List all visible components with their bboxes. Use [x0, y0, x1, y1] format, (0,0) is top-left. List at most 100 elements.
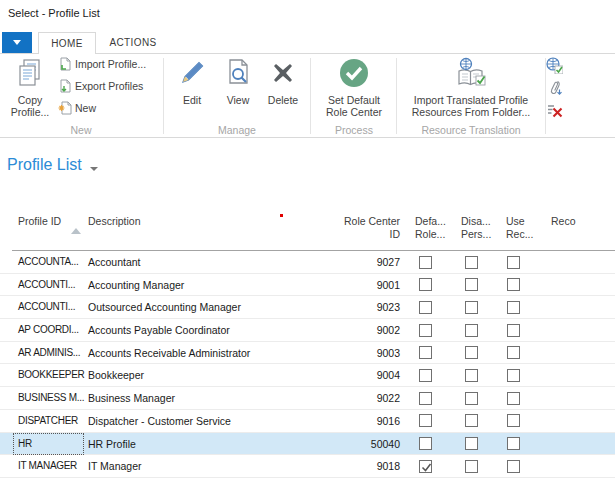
test-translations-button[interactable]	[546, 57, 563, 74]
default-role-center-checkbox[interactable]	[419, 369, 432, 382]
description-cell[interactable]: Outsourced Accounting Manager	[88, 296, 318, 319]
default-role-center-checkbox[interactable]	[419, 301, 432, 314]
table-row[interactable]: ACCOUNTA...Accountant9027	[0, 251, 615, 274]
globe-check-icon	[546, 57, 563, 74]
description-cell[interactable]: Accounts Payable Coordinator	[88, 319, 318, 342]
default-role-center-checkbox[interactable]	[419, 256, 432, 269]
default-role-center-checkbox[interactable]	[419, 460, 432, 473]
column-header-use-record-notes[interactable]: UseRec...	[506, 215, 533, 241]
description-cell[interactable]: IT Manager	[88, 455, 318, 478]
profile-id-cell[interactable]: DISPATCHER	[13, 410, 84, 433]
description-cell[interactable]: HR Profile	[88, 433, 318, 456]
set-default-role-center-button[interactable]: Set DefaultRole Center	[316, 57, 392, 118]
table-row[interactable]: IT MANAGERIT Manager9018	[0, 455, 615, 478]
default-role-center-checkbox[interactable]	[419, 414, 432, 427]
role-center-id-cell[interactable]: 9004	[320, 364, 400, 387]
copy-profile-button[interactable]: CopyProfile...	[6, 57, 54, 118]
tab-home[interactable]: HOME	[38, 32, 96, 54]
disable-personalization-checkbox[interactable]	[465, 324, 478, 337]
profile-id-cell[interactable]: ACCOUNTI...	[13, 274, 84, 297]
export-profiles-label: Export Profiles	[75, 80, 143, 92]
use-record-notes-checkbox[interactable]	[507, 324, 520, 337]
table-row[interactable]: AP COORDI...Accounts Payable Coordinator…	[0, 319, 615, 342]
use-record-notes-checkbox[interactable]	[507, 301, 520, 314]
delete-button[interactable]: Delete	[260, 57, 306, 106]
use-record-notes-checkbox[interactable]	[507, 278, 520, 291]
new-icon	[58, 101, 72, 115]
role-center-id-cell[interactable]: 9002	[320, 319, 400, 342]
page-title-dropdown-icon[interactable]	[90, 167, 98, 171]
description-cell[interactable]: Accountant	[88, 251, 318, 274]
use-record-notes-checkbox[interactable]	[507, 346, 520, 359]
disable-personalization-checkbox[interactable]	[465, 278, 478, 291]
set-default-role-center-icon	[338, 57, 370, 89]
profile-id-cell[interactable]: AP COORDI...	[13, 319, 84, 342]
description-cell[interactable]: Bookkeeper	[88, 364, 318, 387]
role-center-id-cell[interactable]: 9016	[320, 410, 400, 433]
role-center-id-cell[interactable]: 9003	[320, 342, 400, 365]
profile-id-cell[interactable]: AR ADMINIS...	[13, 342, 84, 365]
delete-translations-button[interactable]	[546, 101, 563, 118]
column-header-profile-id[interactable]: Profile ID	[18, 215, 61, 228]
profile-id-cell[interactable]: HR	[13, 433, 84, 456]
tab-actions[interactable]: ACTIONS	[96, 32, 170, 54]
table-row[interactable]: BOOKKEEPERBookkeeper9004	[0, 364, 615, 387]
import-translated-button[interactable]: Import Translated ProfileResources From …	[400, 57, 542, 118]
description-cell[interactable]: Accounting Manager	[88, 274, 318, 297]
group-label-process: Process	[316, 124, 392, 136]
profile-id-cell[interactable]: ACCOUNTI...	[13, 296, 84, 319]
export-profiles-button[interactable]: Export Profiles	[58, 79, 143, 95]
column-header-role-center-id[interactable]: Role CenterID	[320, 215, 400, 241]
profile-id-cell[interactable]: IT MANAGER	[13, 455, 84, 478]
description-cell[interactable]: Dispatcher - Customer Service	[88, 410, 318, 433]
column-header-record[interactable]: Reco	[551, 215, 576, 228]
default-role-center-checkbox[interactable]	[419, 278, 432, 291]
profile-id-cell[interactable]: ACCOUNTA...	[13, 251, 84, 274]
application-menu-button[interactable]	[2, 32, 32, 53]
import-profile-button[interactable]: Import Profile...	[58, 57, 146, 73]
default-role-center-checkbox[interactable]	[419, 324, 432, 337]
column-header-default-role-center[interactable]: Defa...Role...	[415, 215, 446, 241]
table-row[interactable]: ACCOUNTI...Outsourced Accounting Manager…	[0, 296, 615, 319]
use-record-notes-checkbox[interactable]	[507, 437, 520, 450]
view-button[interactable]: View	[218, 57, 258, 106]
description-cell[interactable]: Accounts Receivable Administrator	[88, 342, 318, 365]
use-record-notes-checkbox[interactable]	[507, 414, 520, 427]
role-center-id-cell[interactable]: 50040	[320, 433, 400, 456]
column-header-description[interactable]: Description	[88, 215, 141, 228]
new-button[interactable]: New	[58, 101, 96, 117]
description-cell[interactable]: Business Manager	[88, 387, 318, 410]
disable-personalization-checkbox[interactable]	[465, 437, 478, 450]
role-center-id-cell[interactable]: 9022	[320, 387, 400, 410]
use-record-notes-checkbox[interactable]	[507, 460, 520, 473]
role-center-id-cell[interactable]: 9018	[320, 455, 400, 478]
use-record-notes-checkbox[interactable]	[507, 369, 520, 382]
attach-translations-button[interactable]	[546, 79, 563, 96]
default-role-center-checkbox[interactable]	[419, 437, 432, 450]
disable-personalization-checkbox[interactable]	[465, 460, 478, 473]
role-center-id-cell[interactable]: 9027	[320, 251, 400, 274]
disable-personalization-checkbox[interactable]	[465, 346, 478, 359]
disable-personalization-checkbox[interactable]	[465, 256, 478, 269]
profile-id-cell[interactable]: BOOKKEEPER	[13, 364, 84, 387]
disable-personalization-checkbox[interactable]	[465, 392, 478, 405]
disable-personalization-checkbox[interactable]	[465, 301, 478, 314]
disable-personalization-checkbox[interactable]	[465, 414, 478, 427]
disable-personalization-checkbox[interactable]	[465, 369, 478, 382]
use-record-notes-checkbox[interactable]	[507, 256, 520, 269]
table-row[interactable]: AR ADMINIS...Accounts Receivable Adminis…	[0, 342, 615, 365]
role-center-id-cell[interactable]: 9023	[320, 296, 400, 319]
default-role-center-checkbox[interactable]	[419, 346, 432, 359]
use-record-notes-checkbox[interactable]	[507, 392, 520, 405]
column-header-disable-personalization[interactable]: Disa...Pers...	[461, 215, 491, 241]
table-row[interactable]: DISPATCHERDispatcher - Customer Service9…	[0, 410, 615, 433]
default-role-center-checkbox[interactable]	[419, 392, 432, 405]
role-center-id-cell[interactable]: 9001	[320, 274, 400, 297]
set-default-label: Set Default	[328, 94, 380, 106]
table-row[interactable]: HRHR Profile50040	[0, 433, 615, 456]
profile-id-cell[interactable]: BUSINESS M...	[13, 387, 84, 410]
edit-button[interactable]: Edit	[172, 57, 212, 106]
table-row[interactable]: BUSINESS M...Business Manager9022	[0, 387, 615, 410]
window-title: Select - Profile List	[8, 7, 100, 19]
table-row[interactable]: ACCOUNTI...Accounting Manager9001	[0, 274, 615, 297]
